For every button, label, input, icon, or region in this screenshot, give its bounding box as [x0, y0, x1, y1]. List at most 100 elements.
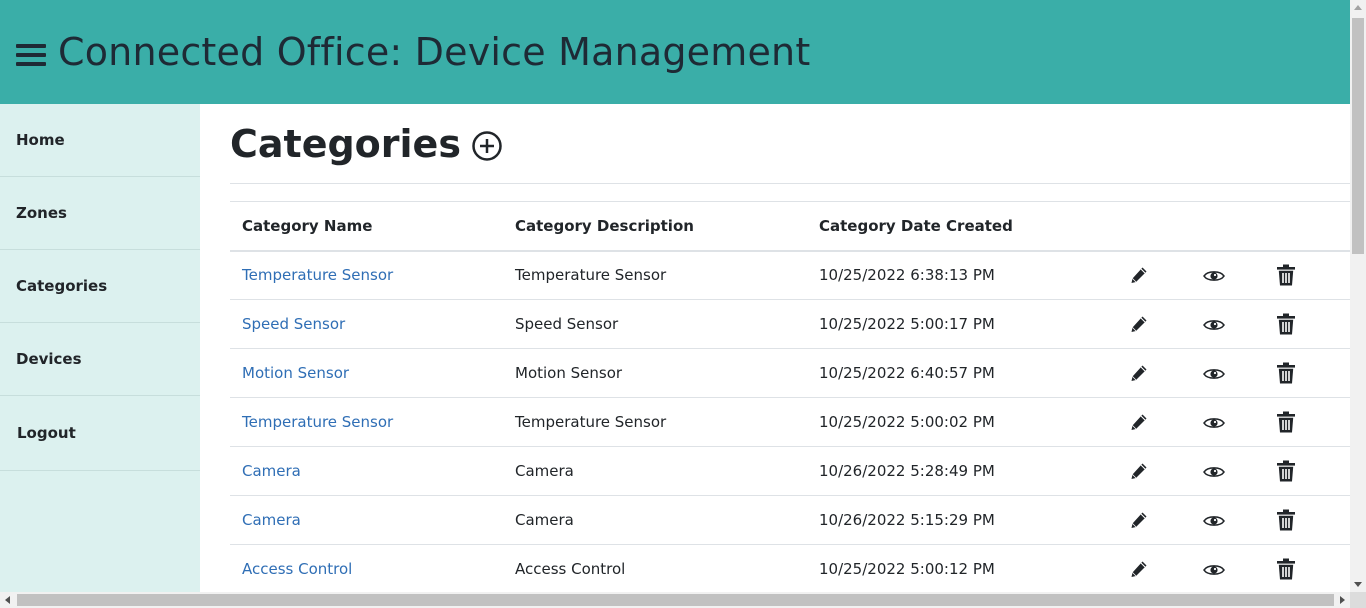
category-date-cell: 10/25/2022 5:00:02 PM [819, 413, 995, 431]
category-description-cell: Temperature Sensor [515, 266, 667, 285]
sidebar: Home Zones Categories Devices Logout [0, 104, 200, 592]
app-title: Connected Office: Device Management [58, 30, 811, 74]
table-header-row: Category Name Category Description Categ… [230, 201, 1350, 251]
scrollbar-corner [1350, 592, 1366, 608]
column-header-edit [1129, 202, 1203, 251]
category-name-link[interactable]: Temperature Sensor [242, 413, 393, 431]
pencil-icon[interactable] [1129, 314, 1149, 334]
column-header-name: Category Name [242, 216, 373, 235]
eye-icon[interactable] [1203, 563, 1225, 577]
table-row: Temperature Sensor Temperature Sensor 10/2… [230, 251, 1350, 300]
table-row: Motion Sensor Motion Sensor 10/25/2022 6:4… [230, 349, 1350, 398]
pencil-icon[interactable] [1129, 363, 1149, 383]
scroll-right-icon[interactable] [1340, 596, 1345, 604]
pencil-icon[interactable] [1129, 510, 1149, 530]
app-header: Connected Office: Device Management [0, 0, 1350, 104]
eye-icon[interactable] [1203, 318, 1225, 332]
vertical-scrollbar[interactable] [1350, 0, 1366, 592]
table-body: Temperature Sensor Temperature Sensor 10/2… [230, 251, 1350, 593]
scroll-left-icon[interactable] [5, 596, 10, 604]
view-cell [1203, 496, 1276, 545]
hamburger-icon[interactable] [16, 44, 46, 66]
horizontal-scrollbar[interactable] [0, 592, 1350, 608]
column-header-description: Category Description [515, 216, 694, 235]
category-name-link[interactable]: Temperature Sensor [242, 266, 393, 284]
category-name-link[interactable]: Camera [242, 462, 301, 480]
delete-cell [1276, 300, 1350, 349]
table-row: Camera Camera 10/26/2022 5:28:49 PM [230, 447, 1350, 496]
delete-cell [1276, 496, 1350, 545]
delete-cell [1276, 545, 1350, 593]
add-category-icon[interactable] [471, 130, 503, 162]
sidebar-item-zones[interactable]: Zones [0, 177, 200, 250]
eye-icon[interactable] [1203, 416, 1225, 430]
sidebar-item-home[interactable]: Home [0, 104, 200, 177]
sidebar-item-devices[interactable]: Devices [0, 323, 200, 396]
view-cell [1203, 349, 1276, 398]
edit-cell [1129, 300, 1203, 349]
edit-cell [1129, 349, 1203, 398]
delete-cell [1276, 349, 1350, 398]
view-cell [1203, 398, 1276, 447]
view-cell [1203, 251, 1276, 300]
category-description-cell: Motion Sensor [515, 364, 623, 382]
trash-icon[interactable] [1276, 509, 1296, 531]
categories-table: Category Name Category Description Categ… [230, 201, 1350, 592]
delete-cell [1276, 447, 1350, 496]
pencil-icon[interactable] [1129, 265, 1149, 285]
category-date-cell: 10/25/2022 5:00:17 PM [819, 315, 995, 333]
category-date-cell: 10/25/2022 5:00:12 PM [819, 560, 995, 578]
category-description-cell: Speed Sensor [515, 315, 619, 333]
scroll-up-icon[interactable] [1354, 5, 1362, 10]
category-date-cell: 10/25/2022 6:40:57 PM [819, 364, 995, 382]
pencil-icon[interactable] [1129, 412, 1149, 432]
delete-cell [1276, 398, 1350, 447]
trash-icon[interactable] [1276, 558, 1296, 580]
category-name-cell: Motion Sensor [230, 349, 503, 398]
column-header-date-created: Category Date Created [819, 216, 1013, 235]
eye-icon[interactable] [1203, 465, 1225, 479]
category-name-link[interactable]: Motion Sensor [242, 364, 349, 382]
view-cell [1203, 447, 1276, 496]
category-name-cell: Camera [230, 447, 503, 496]
trash-icon[interactable] [1276, 411, 1296, 433]
category-name-link[interactable]: Access Control [242, 560, 352, 578]
column-header-delete [1276, 202, 1350, 251]
edit-cell [1129, 447, 1203, 496]
trash-icon[interactable] [1276, 313, 1296, 335]
pencil-icon[interactable] [1129, 559, 1149, 579]
sidebar-item-categories[interactable]: Categories [0, 250, 200, 323]
table-row: Speed Sensor Speed Sensor 10/25/2022 5:00:… [230, 300, 1350, 349]
page-heading: Categories [230, 104, 1350, 184]
edit-cell [1129, 545, 1203, 593]
eye-icon[interactable] [1203, 367, 1225, 381]
trash-icon[interactable] [1276, 362, 1296, 384]
category-description-cell: Access Control [515, 560, 626, 578]
page-title: Categories [230, 121, 461, 166]
column-header-view [1203, 202, 1276, 251]
edit-cell [1129, 251, 1203, 300]
horizontal-scroll-thumb[interactable] [17, 594, 1334, 606]
category-name-cell: Speed Sensor [230, 300, 503, 349]
pencil-icon[interactable] [1129, 461, 1149, 481]
category-date-cell: 10/26/2022 5:28:49 PM [819, 462, 995, 480]
main-content: Categories Category Name Category Descri… [230, 104, 1350, 592]
sidebar-item-logout[interactable]: Logout [0, 396, 200, 471]
scroll-down-icon[interactable] [1354, 582, 1362, 587]
trash-icon[interactable] [1276, 264, 1296, 286]
category-description-cell: Temperature Sensor [515, 413, 667, 431]
category-name-cell: Access Control [230, 545, 503, 593]
table-row: Camera Camera 10/26/2022 5:15:29 PM [230, 496, 1350, 545]
category-description-cell: Camera [515, 462, 574, 480]
trash-icon[interactable] [1276, 460, 1296, 482]
view-cell [1203, 300, 1276, 349]
table-row: Temperature Sensor Temperature Sensor 10/2… [230, 398, 1350, 447]
category-date-cell: 10/25/2022 6:38:13 PM [819, 266, 995, 285]
category-name-cell: Camera [230, 496, 503, 545]
eye-icon[interactable] [1203, 514, 1225, 528]
category-name-link[interactable]: Speed Sensor [242, 315, 345, 333]
eye-icon[interactable] [1203, 269, 1225, 283]
vertical-scroll-thumb[interactable] [1352, 18, 1364, 254]
category-name-link[interactable]: Camera [242, 511, 301, 529]
category-name-cell: Temperature Sensor [230, 251, 503, 300]
